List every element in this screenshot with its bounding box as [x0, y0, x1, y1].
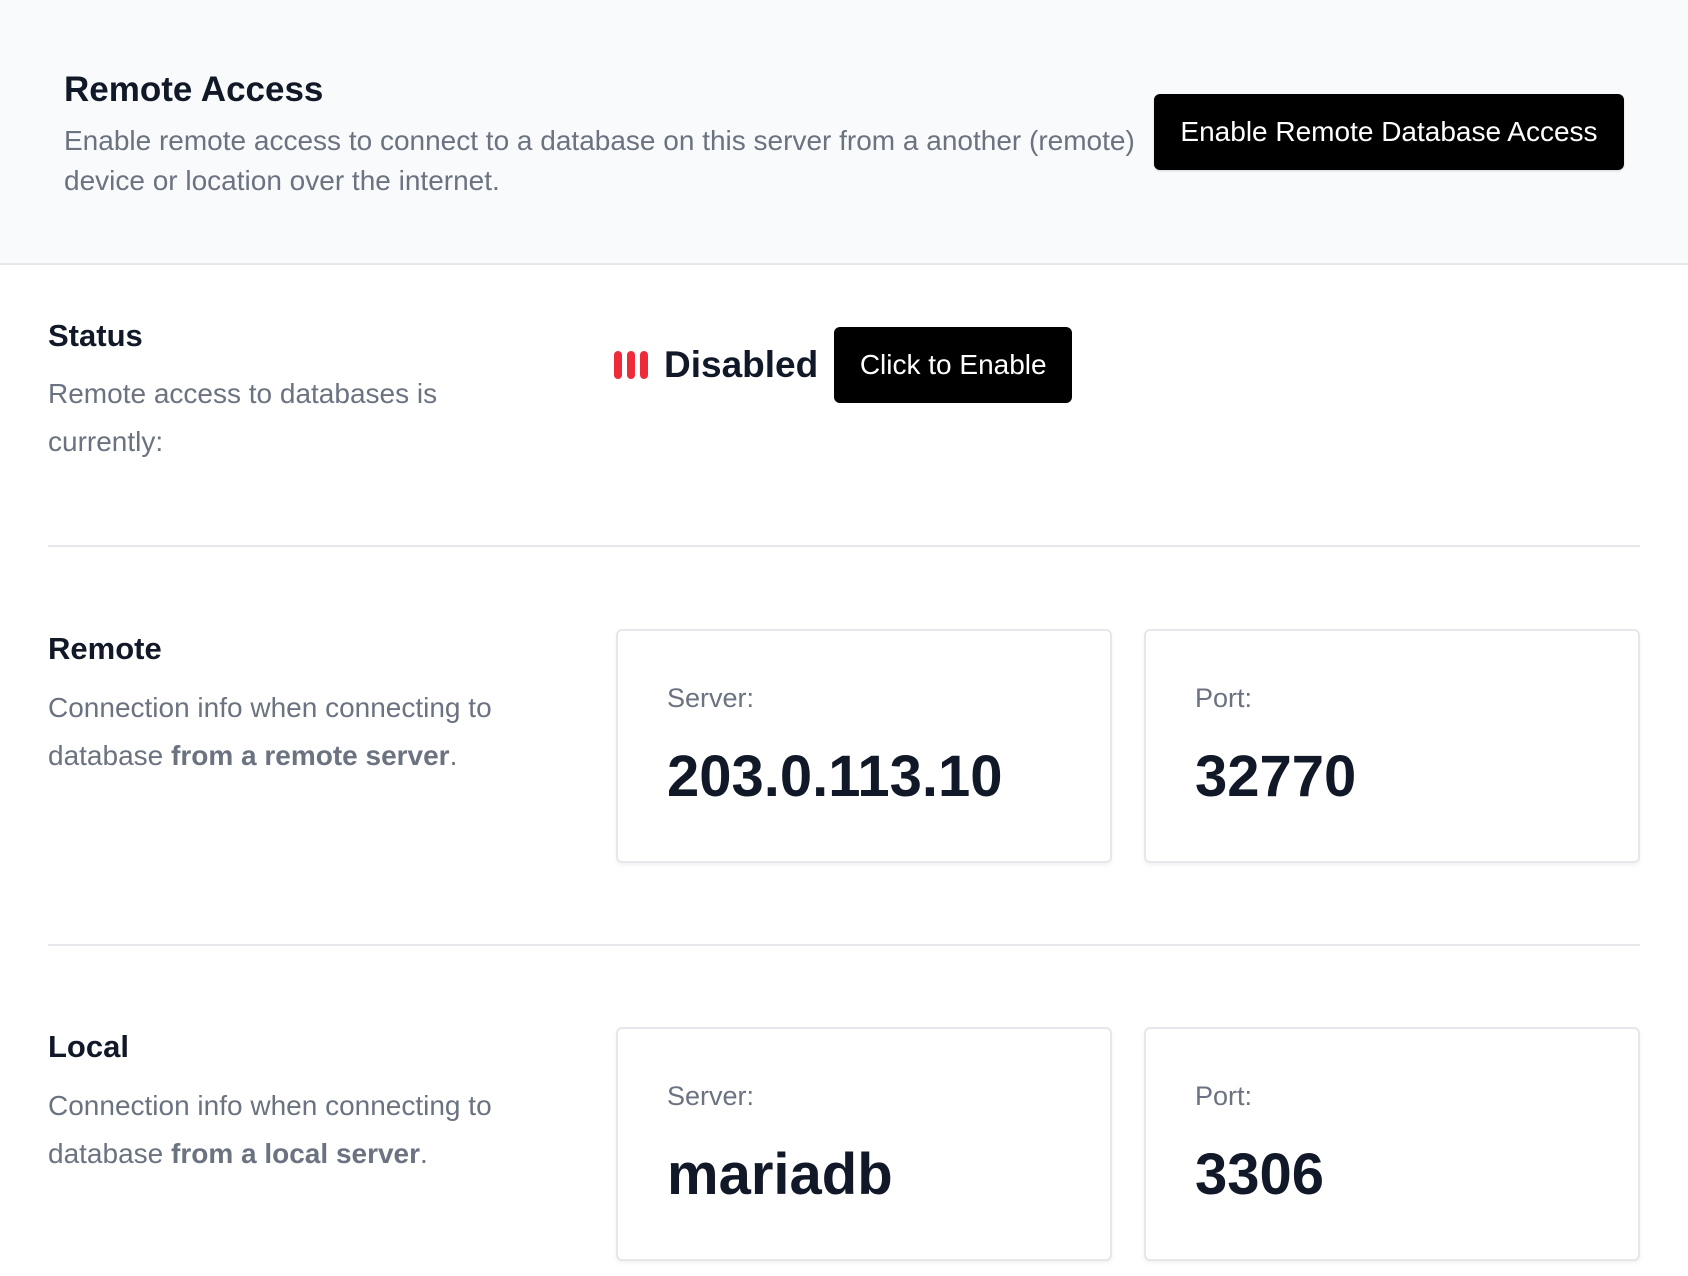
remote-access-header: Remote Access Enable remote access to co…	[0, 0, 1688, 265]
local-desc-bold: from a local server	[171, 1138, 421, 1169]
remote-server-label: Server:	[667, 683, 755, 713]
status-indicator: Disabled Click to Enable	[614, 327, 1073, 403]
divider	[48, 545, 1640, 547]
page-description: Enable remote access to connect to a dat…	[64, 125, 1135, 196]
status-bars-icon	[614, 351, 648, 379]
remote-desc-suffix: .	[449, 740, 458, 771]
remote-port-card: Port: 32770	[1144, 629, 1640, 863]
enable-remote-access-button[interactable]: Enable Remote Database Access	[1154, 94, 1624, 170]
local-port-value: 3306	[1195, 1142, 1325, 1207]
remote-section-title: Remote	[48, 631, 162, 666]
local-desc-suffix: .	[420, 1138, 428, 1169]
click-to-enable-button[interactable]: Click to Enable	[834, 327, 1073, 403]
local-server-label: Server:	[667, 1081, 755, 1111]
status-badge: Disabled	[664, 344, 819, 385]
remote-section-description: Connection info when connecting to datab…	[48, 684, 518, 780]
remote-server-value: 203.0.113.10	[667, 744, 1003, 809]
local-port-card: Port: 3306	[1144, 1027, 1640, 1261]
local-server-value: mariadb	[667, 1142, 893, 1207]
remote-port-value: 32770	[1195, 744, 1357, 809]
page-title: Remote Access	[64, 70, 324, 109]
remote-desc-bold: from a remote server	[171, 740, 450, 771]
local-port-label: Port:	[1195, 1081, 1253, 1111]
status-section-description: Remote access to databases is currently:	[48, 378, 438, 457]
local-section-description: Connection info when connecting to datab…	[48, 1082, 518, 1178]
status-section-title: Status	[48, 318, 143, 353]
remote-server-card: Server: 203.0.113.10	[616, 629, 1112, 863]
divider	[48, 944, 1640, 946]
local-server-card: Server: mariadb	[616, 1027, 1112, 1261]
local-section-title: Local	[48, 1029, 129, 1064]
remote-port-label: Port:	[1195, 683, 1253, 713]
